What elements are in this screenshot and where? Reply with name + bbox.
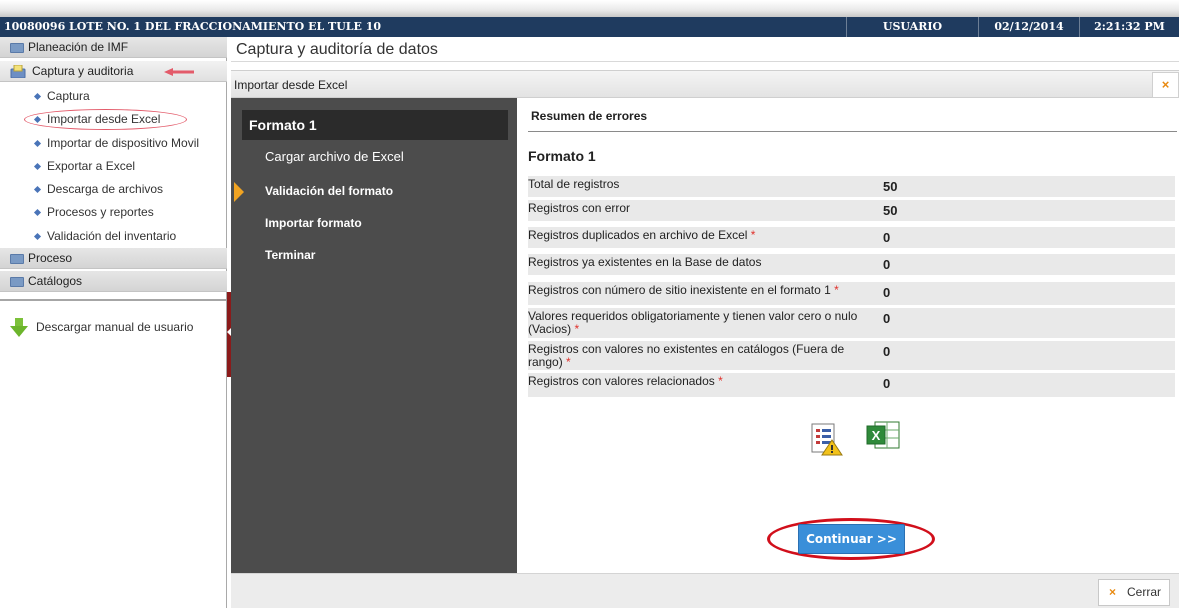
property-title: 10080096 LOTE NO. 1 DEL FRACCIONAMIENTO … — [4, 20, 382, 33]
wizard-steps-panel: Formato 1 Cargar archivo de Excel Valida… — [231, 98, 517, 573]
sidebar-item-label: Importar de dispositivo Movil — [47, 136, 200, 150]
report-icons: X — [810, 418, 900, 458]
summary-row: Registros duplicados en archivo de Excel… — [528, 226, 1175, 248]
folder-icon — [10, 254, 24, 264]
required-mark: * — [574, 322, 580, 336]
sidebar-section-proceso[interactable]: Proceso — [0, 248, 227, 269]
page-title: Captura y auditoría de datos — [231, 37, 1179, 62]
required-mark: * — [834, 283, 839, 297]
sidebar-item-captura[interactable]: Captura — [0, 84, 227, 108]
sidebar-item-label: Procesos y reportes — [47, 205, 154, 219]
wizard-step-cargar[interactable]: Cargar archivo de Excel — [265, 149, 404, 164]
sidebar-section-label: Proceso — [28, 251, 73, 265]
sidebar-section-planeacion[interactable]: Planeación de IMF — [0, 37, 227, 58]
error-summary-panel: Resumen de errores Formato 1 Total de re… — [517, 98, 1179, 573]
wizard-heading: Formato 1 — [242, 110, 508, 140]
current-step-pointer-icon — [234, 182, 244, 202]
excel-icon[interactable]: X — [865, 418, 901, 452]
required-mark: * — [750, 228, 756, 242]
sidebar: Planeación de IMF Captura y auditoria Ca… — [0, 37, 227, 608]
wizard-step-terminar[interactable]: Terminar — [265, 248, 315, 262]
bullet-icon — [33, 208, 42, 217]
sidebar-item-label: Captura — [47, 89, 90, 103]
row-value: 0 — [883, 285, 891, 300]
row-value: 0 — [883, 376, 891, 391]
svg-text:X: X — [872, 428, 881, 443]
user-label[interactable]: USUARIO — [846, 17, 978, 37]
row-label: Total de registros — [528, 177, 620, 191]
row-label: Registros con error — [528, 201, 631, 215]
sidebar-item-importar-excel[interactable]: Importar desde Excel — [0, 107, 227, 131]
required-mark: * — [718, 374, 723, 388]
download-manual-label: Descargar manual de usuario — [36, 320, 194, 334]
annotation-arrow-icon — [164, 68, 194, 76]
row-label: Registros duplicados en archivo de Excel — [528, 228, 748, 242]
sidebar-item-label: Validación del inventario — [47, 229, 177, 243]
panel-title: Importar desde Excel — [231, 70, 1179, 98]
sidebar-item-label: Exportar a Excel — [47, 159, 136, 173]
continue-button[interactable]: Continuar >> — [798, 524, 905, 554]
row-value: 0 — [883, 257, 891, 272]
download-arrow-icon — [10, 318, 28, 337]
summary-divider — [528, 131, 1177, 132]
row-value: 0 — [883, 230, 891, 245]
capture-icon — [10, 65, 26, 78]
folder-icon — [10, 277, 24, 287]
row-label: Registros ya existentes en la Base de da… — [528, 255, 762, 269]
folder-icon — [10, 43, 24, 53]
row-label: Registros con valores no existentes en c… — [528, 342, 845, 369]
sidebar-divider — [0, 299, 227, 301]
error-report-icon[interactable] — [810, 422, 844, 456]
panel-close-button[interactable]: × — [1152, 72, 1179, 98]
close-icon: × — [1109, 585, 1117, 599]
row-label: Registros con valores relacionados — [528, 374, 715, 388]
date-label: 02/12/2014 — [978, 17, 1079, 37]
row-label: Registros con número de sitio inexistent… — [528, 283, 831, 297]
bullet-icon — [33, 92, 42, 101]
panel-footer: × Cerrar — [231, 573, 1179, 608]
wizard-step-importar[interactable]: Importar formato — [265, 216, 362, 230]
title-bar: 10080096 LOTE NO. 1 DEL FRACCIONAMIENTO … — [0, 17, 1179, 37]
close-button[interactable]: × Cerrar — [1098, 579, 1170, 606]
row-value: 0 — [883, 344, 891, 359]
sidebar-section-catalogos[interactable]: Catálogos — [0, 271, 227, 292]
summary-row: Registros con número de sitio inexistent… — [528, 281, 1175, 305]
summary-row: Valores requeridos obligatoriamente y ti… — [528, 307, 1175, 338]
sidebar-item-label: Importar desde Excel — [47, 112, 161, 126]
summary-title: Resumen de errores — [531, 109, 648, 123]
sidebar-section-label: Captura y auditoria — [32, 64, 134, 78]
wizard-step-validacion[interactable]: Validación del formato — [265, 184, 393, 198]
row-value: 50 — [883, 179, 898, 194]
summary-row: Registros con error 50 — [528, 199, 1175, 221]
summary-row: Registros ya existentes en la Base de da… — [528, 253, 1175, 275]
row-value: 0 — [883, 311, 891, 326]
sidebar-item-label: Descarga de archivos — [47, 182, 164, 196]
sidebar-section-label: Catálogos — [28, 274, 83, 288]
summary-row: Registros con valores relacionados * 0 — [528, 372, 1175, 397]
sidebar-item-validacion-inventario[interactable]: Validación del inventario — [0, 224, 227, 248]
time-label: 2:21:32 PM — [1079, 17, 1179, 37]
bullet-icon — [33, 185, 42, 194]
required-mark: * — [566, 355, 571, 369]
row-value: 50 — [883, 203, 898, 218]
sidebar-item-descarga-archivos[interactable]: Descarga de archivos — [0, 177, 227, 201]
sidebar-item-procesos-reportes[interactable]: Procesos y reportes — [0, 200, 227, 224]
bullet-icon — [33, 139, 42, 148]
bullet-icon — [33, 162, 42, 171]
sidebar-section-captura[interactable]: Captura y auditoria — [0, 61, 227, 82]
close-button-label: Cerrar — [1127, 585, 1162, 599]
format-title: Formato 1 — [528, 148, 596, 164]
summary-row: Registros con valores no existentes en c… — [528, 340, 1175, 370]
summary-row: Total de registros 50 — [528, 175, 1175, 197]
sidebar-section-label: Planeación de IMF — [28, 40, 129, 54]
bullet-icon — [33, 232, 42, 241]
window-top-shade — [0, 0, 1179, 17]
sidebar-item-exportar-excel[interactable]: Exportar a Excel — [0, 154, 227, 178]
sidebar-item-importar-movil[interactable]: Importar de dispositivo Movil — [0, 131, 227, 155]
